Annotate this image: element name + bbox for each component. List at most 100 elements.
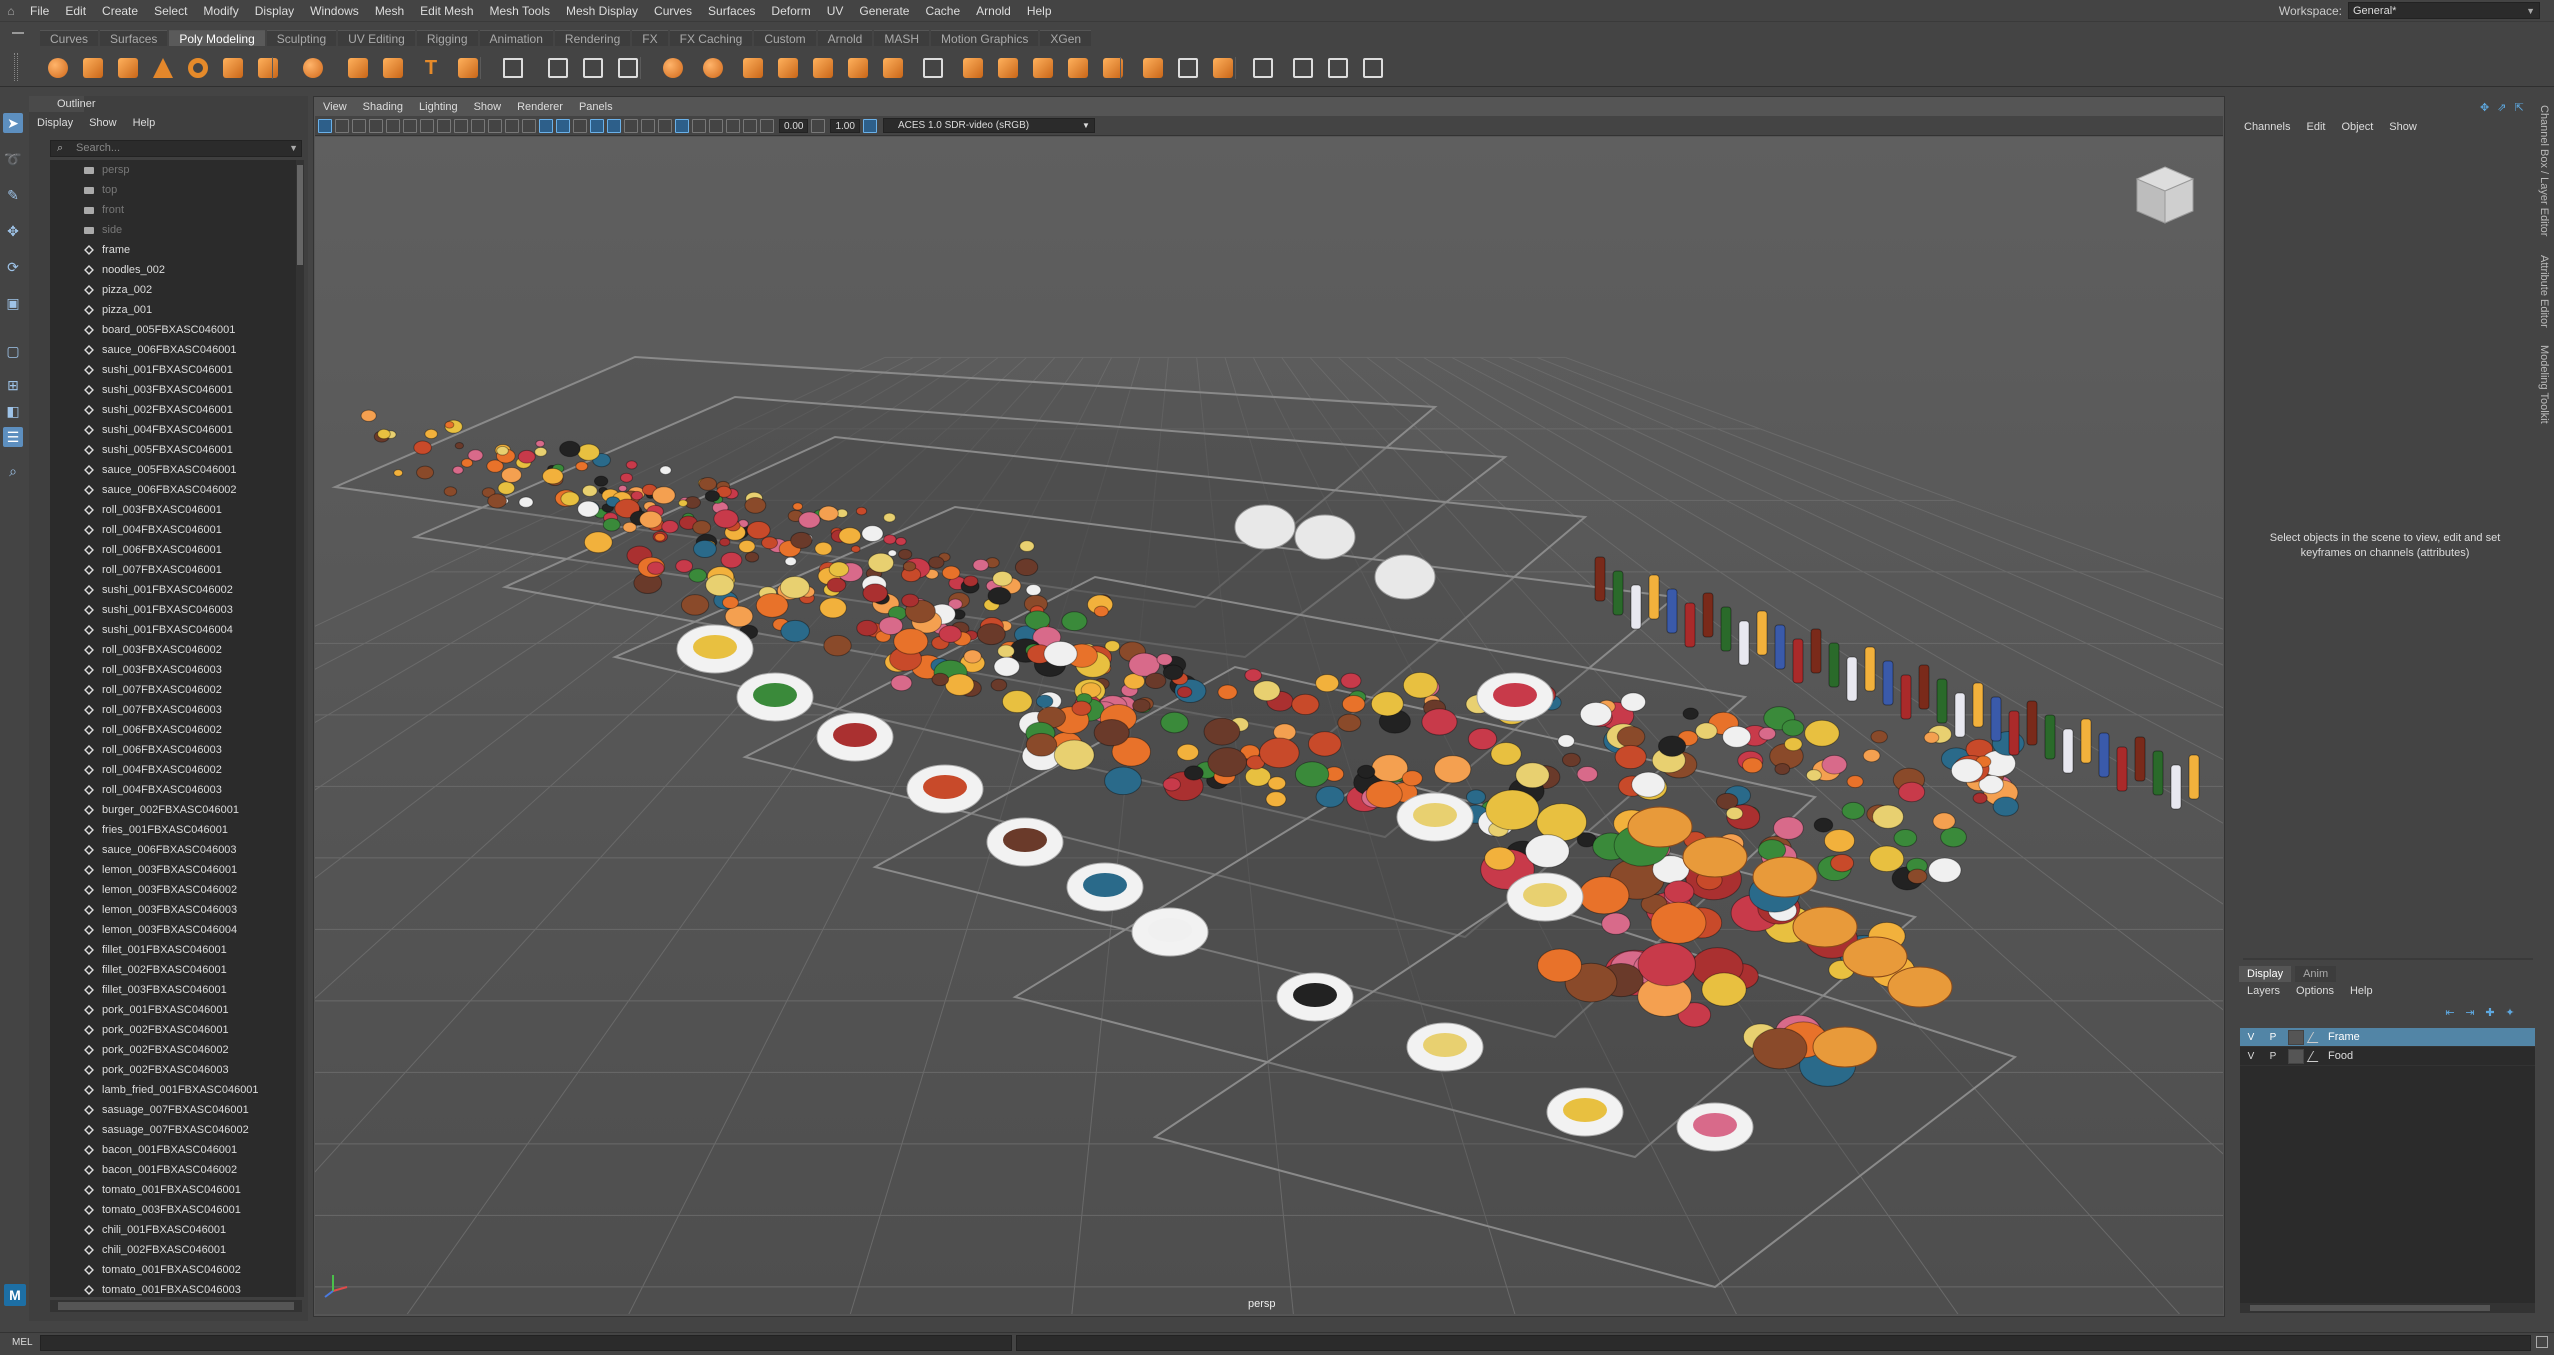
pivot-icon[interactable] xyxy=(545,55,571,81)
menu-mesh-display[interactable]: Mesh Display xyxy=(558,0,646,22)
menu-surfaces[interactable]: Surfaces xyxy=(700,0,763,22)
select-camera-icon[interactable] xyxy=(318,118,332,133)
safe-action-icon[interactable] xyxy=(505,118,519,133)
separate-icon[interactable] xyxy=(380,55,406,81)
outliner-row[interactable]: roll_003FBXASC046002 xyxy=(50,640,296,660)
layer-row-food[interactable]: V P Food xyxy=(2240,1047,2535,1066)
uv-editor-icon[interactable] xyxy=(1175,55,1201,81)
layer-visibility-toggle[interactable]: V xyxy=(2240,1051,2262,1062)
paint-select-tool-icon[interactable]: ✎ xyxy=(3,185,23,205)
multicut-icon[interactable] xyxy=(920,55,946,81)
outliner-row[interactable]: roll_003FBXASC046003 xyxy=(50,660,296,680)
outliner-row[interactable]: sauce_005FBXASC046001 xyxy=(50,460,296,480)
outliner-row[interactable]: tomato_003FBXASC046001 xyxy=(50,1200,296,1220)
outliner-row[interactable]: frame xyxy=(50,240,296,260)
outliner-row[interactable]: lemon_003FBXASC046003 xyxy=(50,900,296,920)
outliner-row[interactable]: roll_004FBXASC046001 xyxy=(50,520,296,540)
outliner-row[interactable]: sasuage_007FBXASC046002 xyxy=(50,1120,296,1140)
image-plane-icon[interactable] xyxy=(369,118,383,133)
menu-select[interactable]: Select xyxy=(146,0,195,22)
slide-edge-icon[interactable] xyxy=(1030,55,1056,81)
combine-icon[interactable] xyxy=(345,55,371,81)
layer-menu-layers[interactable]: Layers xyxy=(2239,985,2288,997)
poly-cone-icon[interactable] xyxy=(150,55,176,81)
gamma-icon[interactable] xyxy=(811,118,826,133)
scale-tool-icon[interactable]: ▣ xyxy=(3,293,23,313)
menu-uv[interactable]: UV xyxy=(819,0,852,22)
outliner-row[interactable]: sushi_004FBXASC046001 xyxy=(50,420,296,440)
outliner-row[interactable]: fillet_003FBXASC046001 xyxy=(50,980,296,1000)
rotate-tool-icon[interactable]: ⟳ xyxy=(3,257,23,277)
grease-pencil-icon[interactable] xyxy=(403,118,417,133)
menu-mesh[interactable]: Mesh xyxy=(367,0,412,22)
exposure-field[interactable]: 0.00 xyxy=(779,118,809,133)
outliner-row[interactable]: chili_002FBXASC046001 xyxy=(50,1240,296,1260)
fill-hole-icon[interactable] xyxy=(1065,55,1091,81)
outliner-layout-icon[interactable]: ☰ xyxy=(3,427,23,447)
layer-tab-display[interactable]: Display xyxy=(2239,966,2292,982)
default-material-icon[interactable] xyxy=(573,118,587,133)
menu-deform[interactable]: Deform xyxy=(763,0,818,22)
triangulate-icon[interactable] xyxy=(1100,55,1126,81)
outliner-row[interactable]: roll_007FBXASC046002 xyxy=(50,680,296,700)
select-tool-icon[interactable]: ➤ xyxy=(3,113,23,133)
move-layer-down-icon[interactable]: ⇥ xyxy=(2462,1006,2478,1020)
outliner-row[interactable]: sauce_006FBXASC046001 xyxy=(50,340,296,360)
smooth-shade-icon[interactable] xyxy=(556,118,570,133)
layer-playback-toggle[interactable]: P xyxy=(2262,1032,2284,1043)
menu-create[interactable]: Create xyxy=(94,0,146,22)
layer-type-icon[interactable] xyxy=(2308,1030,2322,1045)
shelf-tab-fx[interactable]: FX xyxy=(632,30,668,46)
new-layer-icon[interactable]: ✚ xyxy=(2482,1006,2498,1020)
channel-box-menu-edit[interactable]: Edit xyxy=(2298,121,2333,133)
outliner-search-field[interactable]: ⌕ Search... ▼ xyxy=(50,140,302,157)
layer-visibility-toggle[interactable]: V xyxy=(2240,1032,2262,1043)
outliner-row[interactable]: sauce_006FBXASC046002 xyxy=(50,480,296,500)
xray-joints-icon[interactable] xyxy=(726,118,740,133)
connect-icon[interactable] xyxy=(995,55,1021,81)
outliner-row[interactable]: bacon_001FBXASC046001 xyxy=(50,1140,296,1160)
outliner-row[interactable]: board_005FBXASC046001 xyxy=(50,320,296,340)
viewport-scene[interactable] xyxy=(315,137,2223,1314)
menu-generate[interactable]: Generate xyxy=(851,0,917,22)
maya-home-icon[interactable]: ⌂ xyxy=(0,0,22,22)
layer-menu-help[interactable]: Help xyxy=(2342,985,2381,997)
outliner-row[interactable]: roll_004FBXASC046002 xyxy=(50,760,296,780)
outliner-row[interactable]: sauce_006FBXASC046003 xyxy=(50,840,296,860)
soft-select-icon[interactable] xyxy=(1250,55,1276,81)
outliner-row[interactable]: tomato_001FBXASC046001 xyxy=(50,1180,296,1200)
outliner-menu-display[interactable]: Display xyxy=(29,117,81,129)
layer-color-swatch[interactable] xyxy=(2288,1029,2304,1045)
type-icon[interactable]: T xyxy=(418,55,444,81)
ambient-occlusion-icon[interactable] xyxy=(641,118,655,133)
outliner-row[interactable]: lemon_003FBXASC046002 xyxy=(50,880,296,900)
shelf-tab-surfaces[interactable]: Surfaces xyxy=(100,30,168,46)
viewport-menu-view[interactable]: View xyxy=(315,101,355,113)
history-icon[interactable] xyxy=(615,55,641,81)
outliner-row[interactable]: tomato_001FBXASC046002 xyxy=(50,1260,296,1280)
move-tool-icon[interactable]: ✥ xyxy=(3,221,23,241)
outliner-row[interactable]: roll_006FBXASC046003 xyxy=(50,740,296,760)
channel-box-menu-show[interactable]: Show xyxy=(2381,121,2425,133)
menu-help[interactable]: Help xyxy=(1019,0,1060,22)
search-icon[interactable]: ⌕ xyxy=(3,461,23,481)
camera-attributes-icon[interactable] xyxy=(335,118,349,133)
outliner-row[interactable]: noodles_002 xyxy=(50,260,296,280)
side-tab-channel-box-layer-editor[interactable]: Channel Box / Layer Editor xyxy=(2538,105,2550,236)
outliner-menu-show[interactable]: Show xyxy=(81,117,125,129)
layer-color-swatch[interactable] xyxy=(2288,1048,2304,1064)
poly-torus-icon[interactable] xyxy=(185,55,211,81)
outliner-row[interactable]: sasuage_007FBXASC046001 xyxy=(50,1100,296,1120)
scrollbar-thumb[interactable] xyxy=(58,1302,294,1310)
viewport-menu-show[interactable]: Show xyxy=(466,101,510,113)
menu-edit[interactable]: Edit xyxy=(57,0,94,22)
outliner-row[interactable]: persp xyxy=(50,160,296,180)
menu-windows[interactable]: Windows xyxy=(302,0,367,22)
outliner-row[interactable]: pork_002FBXASC046001 xyxy=(50,1020,296,1040)
poly-disc-icon[interactable] xyxy=(255,55,281,81)
outliner-row[interactable]: tomato_001FBXASC046003 xyxy=(50,1280,296,1297)
super-shape-icon[interactable] xyxy=(300,55,326,81)
scrollbar-thumb[interactable] xyxy=(2250,1305,2490,1311)
bridge-icon[interactable] xyxy=(810,55,836,81)
layer-tab-anim[interactable]: Anim xyxy=(2295,966,2337,982)
